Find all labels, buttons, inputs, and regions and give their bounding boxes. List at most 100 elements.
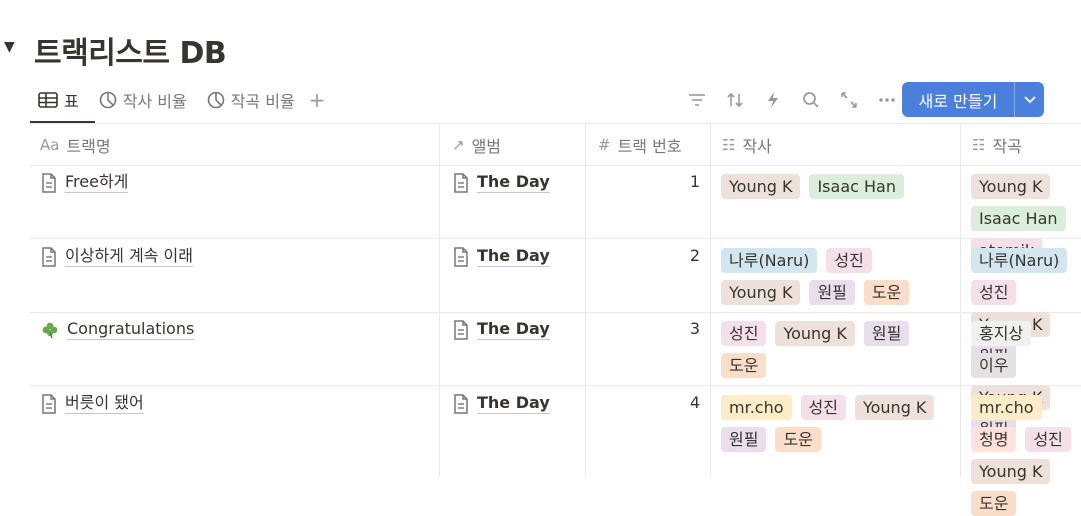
lyricist-tag: 원필 <box>809 280 855 305</box>
composer-tag: Young K <box>971 174 1051 199</box>
row-divider <box>30 238 1081 239</box>
column-header-lyrics[interactable]: ☷ 작사 <box>722 124 772 165</box>
page-icon <box>453 393 469 414</box>
album-relation-cell[interactable]: The Day <box>453 393 550 414</box>
album-relation-cell[interactable]: The Day <box>453 246 550 267</box>
composer-tag: Isaac Han <box>971 206 1066 231</box>
lyricist-tag: Young K <box>721 174 801 199</box>
column-label: 작곡 <box>992 136 1022 156</box>
track-name-cell[interactable]: Congratulations <box>41 319 195 340</box>
lyricist-tag: 원필 <box>863 321 910 346</box>
track-name-cell[interactable]: 버릇이 됐어 <box>41 393 144 414</box>
composer-tag: 홍지상 <box>971 321 1032 346</box>
column-divider <box>710 124 711 477</box>
search-icon[interactable] <box>792 88 830 112</box>
track-name-cell[interactable]: 이상하게 계속 이래 <box>41 246 193 267</box>
track-name-cell[interactable]: Free하게 <box>41 172 129 193</box>
clover-icon <box>41 321 59 339</box>
automation-lightning-icon[interactable] <box>754 88 792 112</box>
column-divider <box>960 124 961 477</box>
page-icon <box>41 172 57 193</box>
column-header-track-name[interactable]: Aa 트랙명 <box>40 124 111 165</box>
chevron-down-icon[interactable] <box>1015 95 1044 104</box>
album-relation-cell[interactable]: The Day <box>453 319 550 340</box>
lyricist-tag: 성진 <box>721 321 767 346</box>
database-toolbar <box>678 88 906 112</box>
lyricist-tag: 나루(Naru) <box>721 248 818 273</box>
track-name: 버릇이 됐어 <box>65 393 144 414</box>
table-icon <box>38 92 58 108</box>
more-options-icon[interactable] <box>868 88 906 112</box>
column-header-composer[interactable]: ☷ 작곡 <box>972 124 1022 165</box>
track-name: Free하게 <box>65 172 129 193</box>
page-icon <box>453 172 469 193</box>
row-divider <box>30 312 1081 313</box>
composer-tag: Young K <box>971 459 1051 484</box>
lyricist-tag: Young K <box>721 280 801 305</box>
pie-chart-icon <box>207 91 225 109</box>
page-icon <box>41 393 57 414</box>
lyrics-tags-cell[interactable]: Young K Isaac Han <box>721 174 951 199</box>
page-title: 트랙리스트 DB <box>34 36 227 71</box>
page-icon <box>453 246 469 267</box>
lyricist-tag: 도운 <box>721 353 767 378</box>
album-relation-cell[interactable]: The Day <box>453 172 550 193</box>
view-tabs: 표 작사 비율 작곡 비율 + <box>38 86 325 114</box>
lyrics-tags-cell[interactable]: 나루(Naru) 성진 Young K 원필 도운 <box>721 248 951 305</box>
tab-label: 작사 비율 <box>122 92 187 111</box>
column-header-album[interactable]: ↗ 앨범 <box>452 124 501 165</box>
lyricist-tag: 도운 <box>775 427 821 452</box>
column-label: 작사 <box>742 136 772 156</box>
header-bottom-border <box>30 165 1081 166</box>
column-label: 트랙 번호 <box>617 136 682 156</box>
expand-icon[interactable] <box>830 88 868 112</box>
lyrics-tags-cell[interactable]: 성진 Young K 원필 도운 <box>721 321 951 378</box>
tab-composer-ratio[interactable]: 작곡 비율 <box>207 88 295 112</box>
track-name: Congratulations <box>67 319 195 340</box>
column-divider <box>585 124 586 477</box>
collapse-toggle-icon[interactable]: ▼ <box>4 39 15 55</box>
number-property-icon: # <box>598 135 611 154</box>
relation-arrow-icon: ↗ <box>452 135 465 154</box>
composer-tag: 성진 <box>971 280 1017 305</box>
lyricist-tag: mr.cho <box>721 395 792 420</box>
lyricist-tag: 원필 <box>721 427 767 452</box>
track-number-cell[interactable]: 1 <box>590 172 700 191</box>
album-link[interactable]: The Day <box>477 393 550 414</box>
new-button-label: 새로 만들기 <box>918 91 998 111</box>
sort-icon[interactable] <box>716 88 754 112</box>
track-number-cell[interactable]: 3 <box>590 319 700 338</box>
column-header-track-number[interactable]: # 트랙 번호 <box>598 124 682 165</box>
lyricist-tag: 성진 <box>826 248 872 273</box>
table-top-border <box>30 123 1081 124</box>
album-link[interactable]: The Day <box>477 172 550 193</box>
new-button[interactable]: 새로 만들기 <box>902 82 1044 117</box>
album-link[interactable]: The Day <box>477 246 550 267</box>
column-label: 앨범 <box>471 136 502 156</box>
composer-tag: 나루(Naru) <box>971 248 1068 273</box>
add-view-button[interactable]: + <box>309 88 326 112</box>
pie-chart-icon <box>99 91 117 109</box>
composer-tag: 성진 <box>1025 427 1071 452</box>
lyrics-tags-cell[interactable]: mr.cho 성진 Young K 원필 도운 <box>721 395 951 452</box>
tab-table[interactable]: 표 <box>38 88 79 112</box>
multi-select-icon: ☷ <box>972 135 986 154</box>
track-number-cell[interactable]: 2 <box>590 246 700 265</box>
page-icon <box>453 319 469 340</box>
lyricist-tag: 성진 <box>800 395 846 420</box>
composer-tag: 이우 <box>971 353 1017 378</box>
text-property-icon: Aa <box>40 135 60 154</box>
album-link[interactable]: The Day <box>477 319 550 340</box>
column-divider <box>439 124 440 477</box>
composer-tags-cell[interactable]: mr.cho 청명 성진 Young K 도운 <box>971 395 1081 516</box>
lyricist-tag: 도운 <box>863 280 910 305</box>
composer-tag: mr.cho <box>971 395 1042 420</box>
column-label: 트랙명 <box>66 136 111 156</box>
tab-label: 작곡 비율 <box>230 92 295 111</box>
multi-select-icon: ☷ <box>722 135 736 154</box>
filter-icon[interactable] <box>678 88 716 112</box>
composer-tag: 도운 <box>971 491 1017 516</box>
track-number-cell[interactable]: 4 <box>590 393 700 412</box>
track-name: 이상하게 계속 이래 <box>65 246 193 267</box>
tab-lyrics-ratio[interactable]: 작사 비율 <box>99 88 187 112</box>
